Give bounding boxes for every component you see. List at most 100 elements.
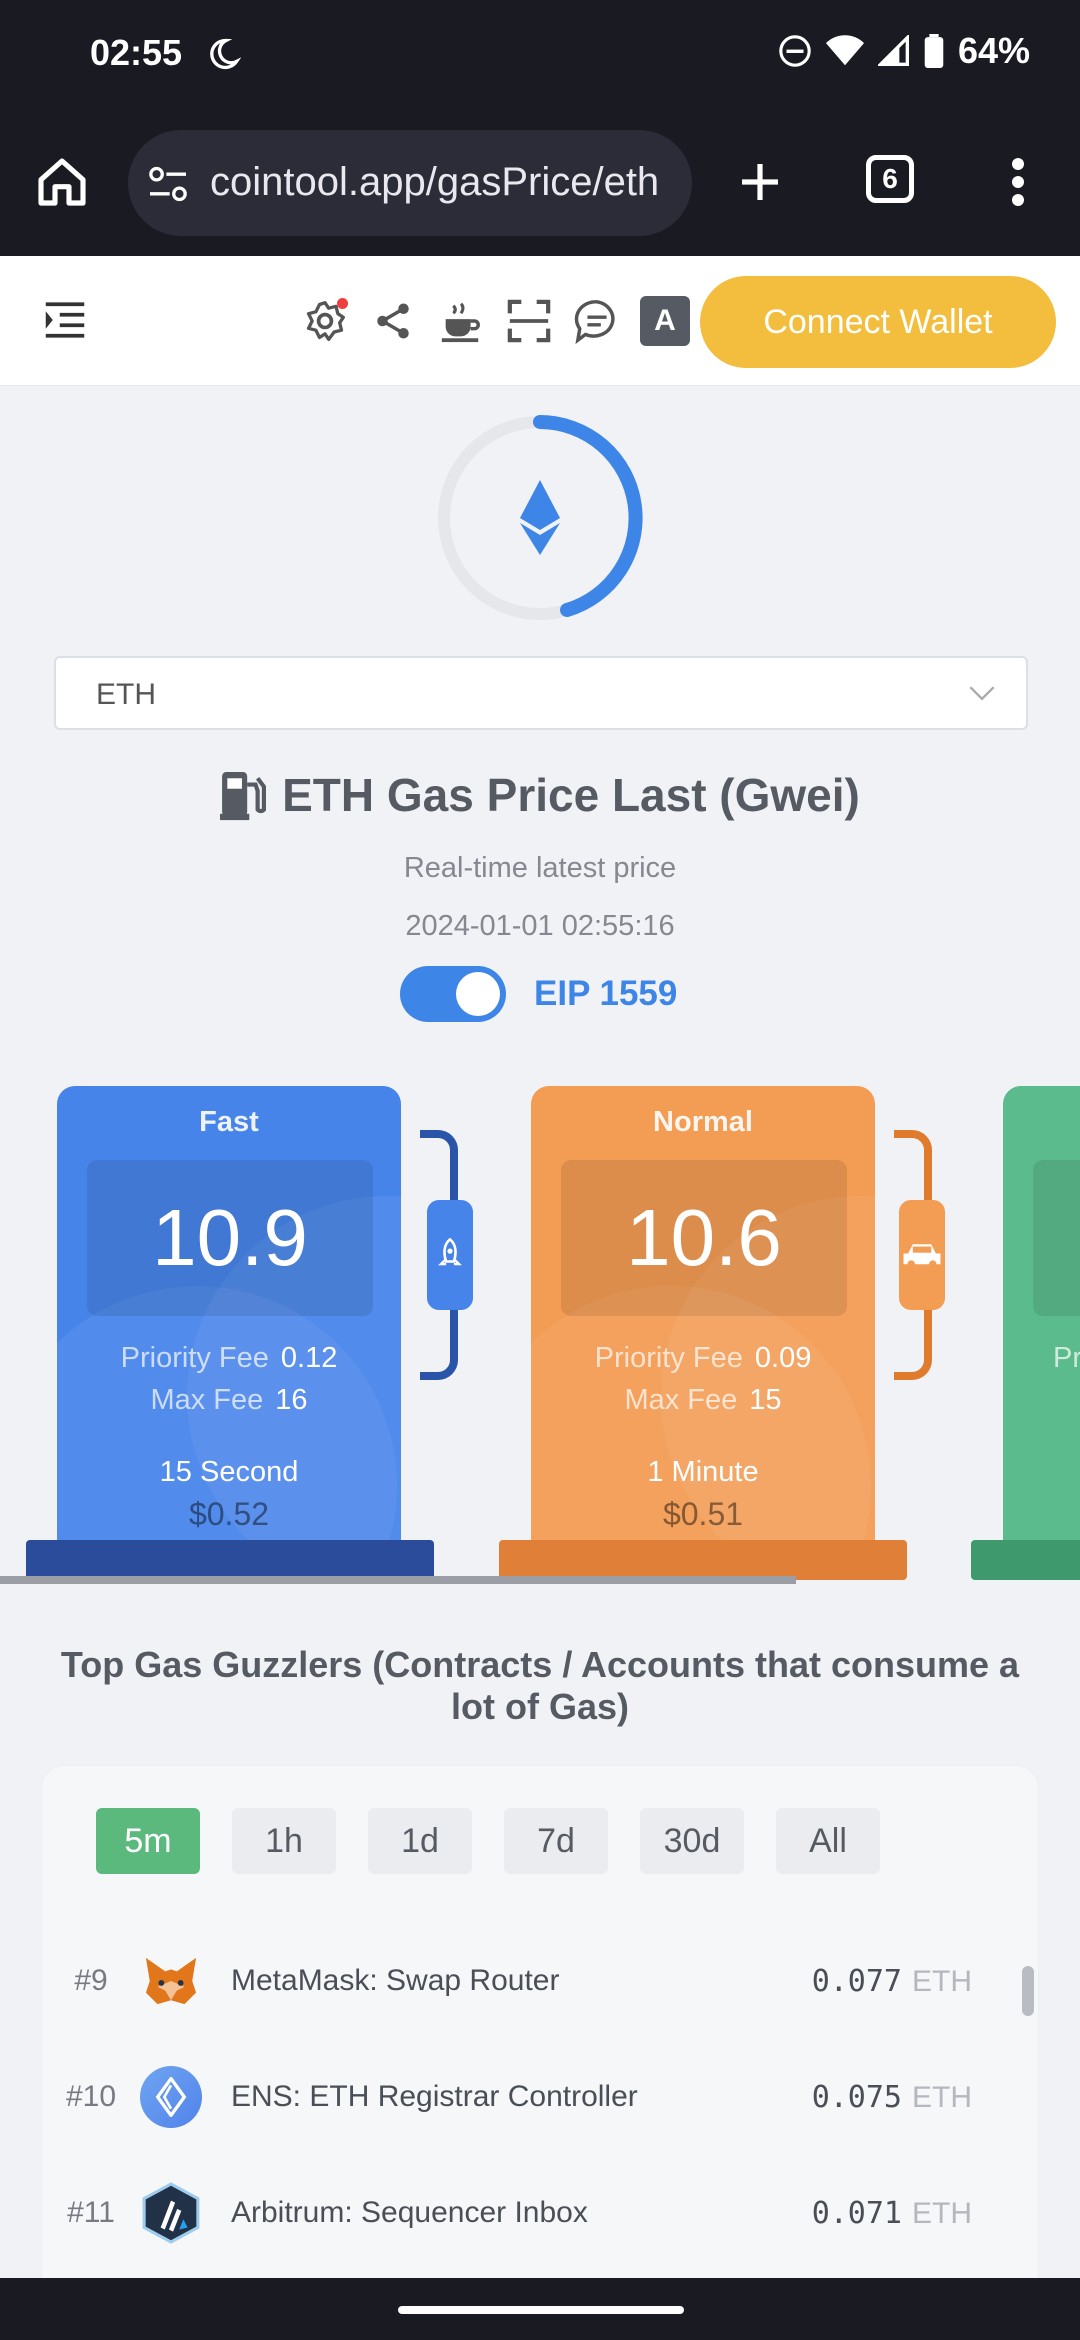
priority-fee-row: Priority Fee 0.12	[57, 1342, 401, 1375]
amount-unit: ETH	[912, 1965, 972, 1998]
car-icon	[899, 1200, 945, 1310]
pump-fast[interactable]: Fast 10.9 Priority Fee 0.12 Max Fee 16 15 …	[57, 1086, 401, 1556]
amount-value: 0.077	[811, 1964, 902, 1999]
rank: #9	[74, 1964, 108, 1997]
eth-logo-spinner	[438, 415, 643, 620]
pump-price: 10.6	[561, 1160, 847, 1316]
tab-all[interactable]: All	[776, 1808, 880, 1874]
priority-fee-label: Pr	[1053, 1342, 1080, 1374]
subtitle: Real-time latest price	[403, 852, 677, 884]
menu-toggle-icon[interactable]	[44, 300, 86, 340]
pump-base	[971, 1540, 1080, 1580]
tab-5m[interactable]: 5m	[96, 1808, 200, 1874]
eip1559-toggle[interactable]	[400, 966, 506, 1022]
priority-fee-label: Priority Fee	[120, 1342, 269, 1374]
guzzler-row[interactable]: #10 ENS: ETH Registrar Controller 0.075 E…	[42, 2054, 1038, 2144]
scan-icon[interactable]	[504, 296, 554, 346]
max-fee-value: 16	[275, 1384, 308, 1416]
page-title: ETH Gas Price Last (Gwei)	[282, 769, 860, 821]
pump-base	[499, 1540, 907, 1580]
status-time: 02:55	[90, 32, 183, 73]
gas-pump-carousel[interactable]: Fast 10.9 Priority Fee 0.12 Max Fee 16 15 …	[0, 1070, 1080, 1590]
address-bar[interactable]: cointool.app/gasPrice/eth	[128, 130, 692, 236]
signal-icon	[877, 35, 909, 66]
share-icon[interactable]	[368, 296, 418, 346]
pump-name: Fast	[199, 1106, 259, 1138]
tab-1h[interactable]: 1h	[232, 1808, 336, 1874]
contract-name[interactable]: ENS: ETH Registrar Controller	[231, 2080, 638, 2114]
pump-normal[interactable]: Normal 10.6 Priority Fee 0.09 Max Fee 15 1…	[531, 1086, 875, 1556]
tx-cost: $0.51	[662, 1496, 744, 1532]
max-fee-value: 15	[749, 1384, 782, 1416]
pump-name: Normal	[653, 1106, 753, 1138]
priority-fee-value: 0.12	[280, 1342, 338, 1374]
ens-icon	[140, 2066, 202, 2128]
guzzlers-card: 5m 1h 1d 7d 30d All #9 MetaMask: Swap Ro…	[42, 1766, 1038, 2286]
rocket-icon	[427, 1200, 473, 1310]
translate-icon[interactable]: A	[640, 296, 690, 346]
gas-pump-icon	[220, 772, 267, 821]
tab-1d[interactable]: 1d	[368, 1808, 472, 1874]
pump-price	[1033, 1160, 1080, 1316]
contract-name[interactable]: MetaMask: Swap Router	[231, 1964, 559, 1998]
max-fee-row: Max Fee 16	[57, 1384, 401, 1417]
do-not-disturb-moon-icon	[210, 38, 241, 70]
rank: #10	[66, 2080, 117, 2113]
battery-percent: 64%	[957, 30, 1030, 71]
browser-toolbar: cointool.app/gasPrice/eth 6	[0, 110, 1080, 256]
coffee-icon[interactable]	[436, 296, 486, 346]
gas-amount: 0.071 ETH	[812, 2196, 972, 2231]
guzzler-row[interactable]: #9 MetaMask: Swap Router 0.077 ETH	[42, 1938, 1038, 2028]
eip1559-label: EIP 1559	[534, 974, 678, 1013]
chevron-down-icon	[969, 686, 995, 701]
max-fee-label: Max Fee	[150, 1384, 264, 1416]
contract-name[interactable]: Arbitrum: Sequencer Inbox	[231, 2196, 588, 2230]
toggle-knob	[456, 972, 500, 1016]
guzzler-row[interactable]: #11 Arbitrum: Sequencer Inbox 0.071 ETH	[42, 2170, 1038, 2260]
status-bar: 02:55 64%	[0, 0, 1080, 110]
amount-value: 0.071	[811, 2196, 902, 2231]
gas-amount: 0.075 ETH	[812, 2080, 972, 2115]
site-settings-icon[interactable]	[148, 166, 188, 202]
max-fee-row: Max Fee 15	[531, 1384, 875, 1417]
tab-30d[interactable]: 30d	[640, 1808, 744, 1874]
dnd-icon	[779, 35, 811, 67]
amount-unit: ETH	[912, 2197, 972, 2230]
settings-icon[interactable]	[300, 296, 350, 346]
tab-switcher-button[interactable]: 6	[866, 155, 914, 203]
guzzlers-title: Top Gas Guzzlers (Contracts / Accounts t…	[60, 1644, 1020, 1727]
amount-unit: ETH	[912, 2081, 972, 2114]
home-gesture-handle[interactable]	[398, 2306, 684, 2314]
pump-price: 10.9	[87, 1160, 373, 1316]
tab-7d[interactable]: 7d	[504, 1808, 608, 1874]
pump-slow[interactable]: Pr	[1003, 1086, 1080, 1556]
confirmation-time: 1 Minute	[647, 1456, 759, 1488]
chain-select-value: ETH	[96, 678, 156, 711]
home-icon[interactable]	[34, 154, 90, 210]
status-icons: 64%	[778, 30, 1030, 72]
chat-icon[interactable]	[572, 296, 622, 346]
max-fee-label: Max Fee	[624, 1384, 738, 1416]
priority-fee-row: Priority Fee 0.09	[531, 1342, 875, 1375]
list-scrollbar[interactable]	[1022, 1966, 1034, 2016]
carousel-scrollbar[interactable]	[0, 1576, 796, 1584]
notification-dot	[337, 298, 348, 309]
last-updated-timestamp: 2024-01-01 02:55:16	[405, 910, 675, 942]
eip1559-row: EIP 1559	[400, 966, 677, 1022]
app-header: A Connect Wallet	[0, 256, 1080, 386]
gas-amount: 0.077 ETH	[812, 1964, 972, 1999]
tx-cost: $0.52	[188, 1496, 270, 1532]
connect-wallet-button[interactable]: Connect Wallet	[700, 276, 1056, 368]
wifi-icon	[825, 35, 864, 66]
arbitrum-icon	[140, 2182, 202, 2244]
metamask-icon	[140, 1950, 202, 2012]
priority-fee-label: Priority Fee	[594, 1342, 743, 1374]
more-menu-icon[interactable]	[1008, 158, 1028, 206]
chain-select[interactable]: ETH	[54, 656, 1028, 730]
new-tab-icon[interactable]	[736, 158, 784, 206]
amount-value: 0.075	[811, 2080, 902, 2115]
url-text: cointool.app/gasPrice/eth	[210, 160, 660, 204]
rank: #11	[67, 2196, 115, 2229]
system-nav-bar	[0, 2278, 1080, 2340]
pump-base	[26, 1540, 434, 1580]
